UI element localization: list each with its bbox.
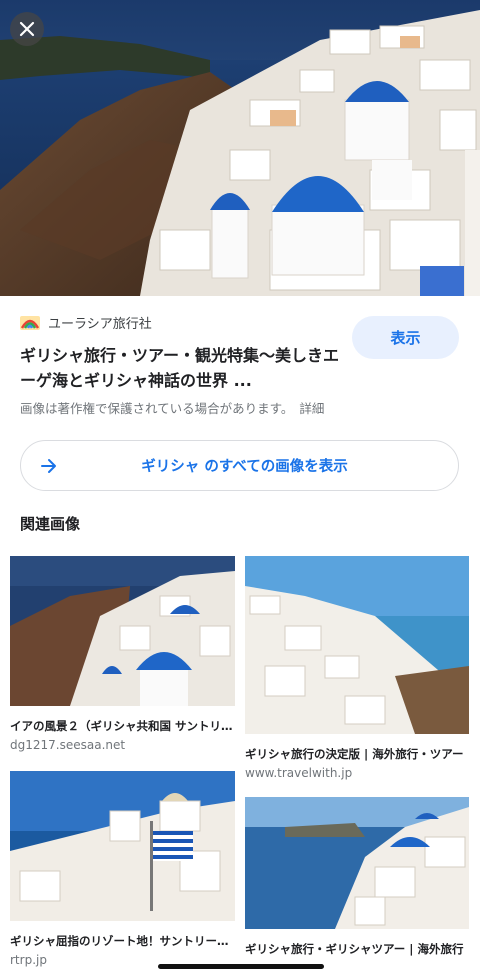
see-all-images-button[interactable]: ギリシャ のすべての画像を表示	[20, 440, 459, 491]
related-image-card[interactable]: ギリシャ旅行の決定版 | 海外旅行・ツアー www.travelwith.jp	[245, 556, 469, 780]
related-image-thumbnail[interactable]	[245, 797, 469, 933]
close-button[interactable]	[10, 12, 44, 46]
related-image-caption: ギリシャ旅行・ギリシャツアー | 海外旅行	[245, 942, 464, 956]
related-image-caption: イアの風景２（ギリシャ共和国 サントリーニ島）	[10, 719, 235, 733]
copyright-text: 画像は著作権で保護されている場合があります。	[20, 401, 294, 416]
related-image-card[interactable]: ギリシャ屈指のリゾート地！サントリーニ島 rtrp.jp	[10, 771, 235, 967]
close-icon	[19, 21, 35, 37]
source-row[interactable]: ユーラシア旅行社	[20, 313, 152, 332]
related-image-caption: ギリシャ屈指のリゾート地！サントリーニ島	[10, 934, 235, 948]
related-image-thumbnail[interactable]	[10, 771, 235, 925]
rainbow-logo-icon	[20, 315, 40, 330]
copyright-notice: 画像は著作権で保護されている場合があります。 詳細	[20, 398, 324, 417]
image-title[interactable]: ギリシャ旅行・ツアー・観光特集〜美しきエーゲ海とギリシャ神話の世界 ...	[20, 343, 342, 393]
details-link[interactable]: 詳細	[299, 401, 324, 416]
main-image[interactable]	[0, 0, 480, 296]
view-button[interactable]: 表示	[352, 316, 459, 359]
see-all-label: ギリシャ のすべての画像を表示	[141, 459, 348, 475]
related-image-caption: ギリシャ旅行の決定版 | 海外旅行・ツアー	[245, 747, 464, 761]
source-name: ユーラシア旅行社	[48, 317, 152, 332]
related-images-heading: 関連画像	[20, 515, 81, 533]
arrow-right-icon	[39, 456, 59, 480]
related-image-domain: dg1217.seesaa.net	[10, 738, 126, 752]
related-image-card[interactable]: イアの風景２（ギリシャ共和国 サントリーニ島） dg1217.seesaa.ne…	[10, 556, 235, 752]
related-image-domain: www.travelwith.jp	[245, 766, 353, 780]
related-image-thumbnail[interactable]	[10, 556, 235, 710]
related-image-thumbnail[interactable]	[245, 556, 469, 738]
related-image-card[interactable]: ギリシャ旅行・ギリシャツアー | 海外旅行	[245, 797, 469, 957]
home-indicator[interactable]	[158, 964, 324, 969]
